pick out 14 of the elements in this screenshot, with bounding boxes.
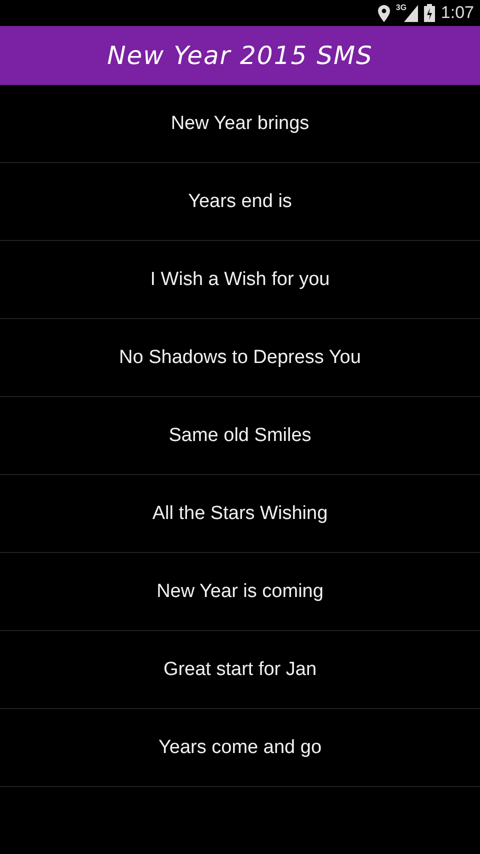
- message-list-item[interactable]: New Year brings: [0, 85, 480, 163]
- message-list-item[interactable]: All the Stars Wishing: [0, 475, 480, 553]
- location-icon: [378, 4, 390, 22]
- message-list-item[interactable]: New Year is coming: [0, 553, 480, 631]
- clock-time: 1:07: [440, 3, 474, 23]
- message-list-item[interactable]: Great start for Jan: [0, 631, 480, 709]
- battery-icon: [424, 4, 435, 22]
- message-list-item[interactable]: I Wish a Wish for you: [0, 241, 480, 319]
- network-type: 3G: [396, 4, 407, 12]
- message-list-item[interactable]: Years end is: [0, 163, 480, 241]
- message-list-item[interactable]: No Shadows to Depress You: [0, 319, 480, 397]
- app-title: New Year 2015 SMS: [107, 41, 373, 70]
- message-list-item[interactable]: Years come and go: [0, 709, 480, 787]
- message-list-item[interactable]: Same old Smiles: [0, 397, 480, 475]
